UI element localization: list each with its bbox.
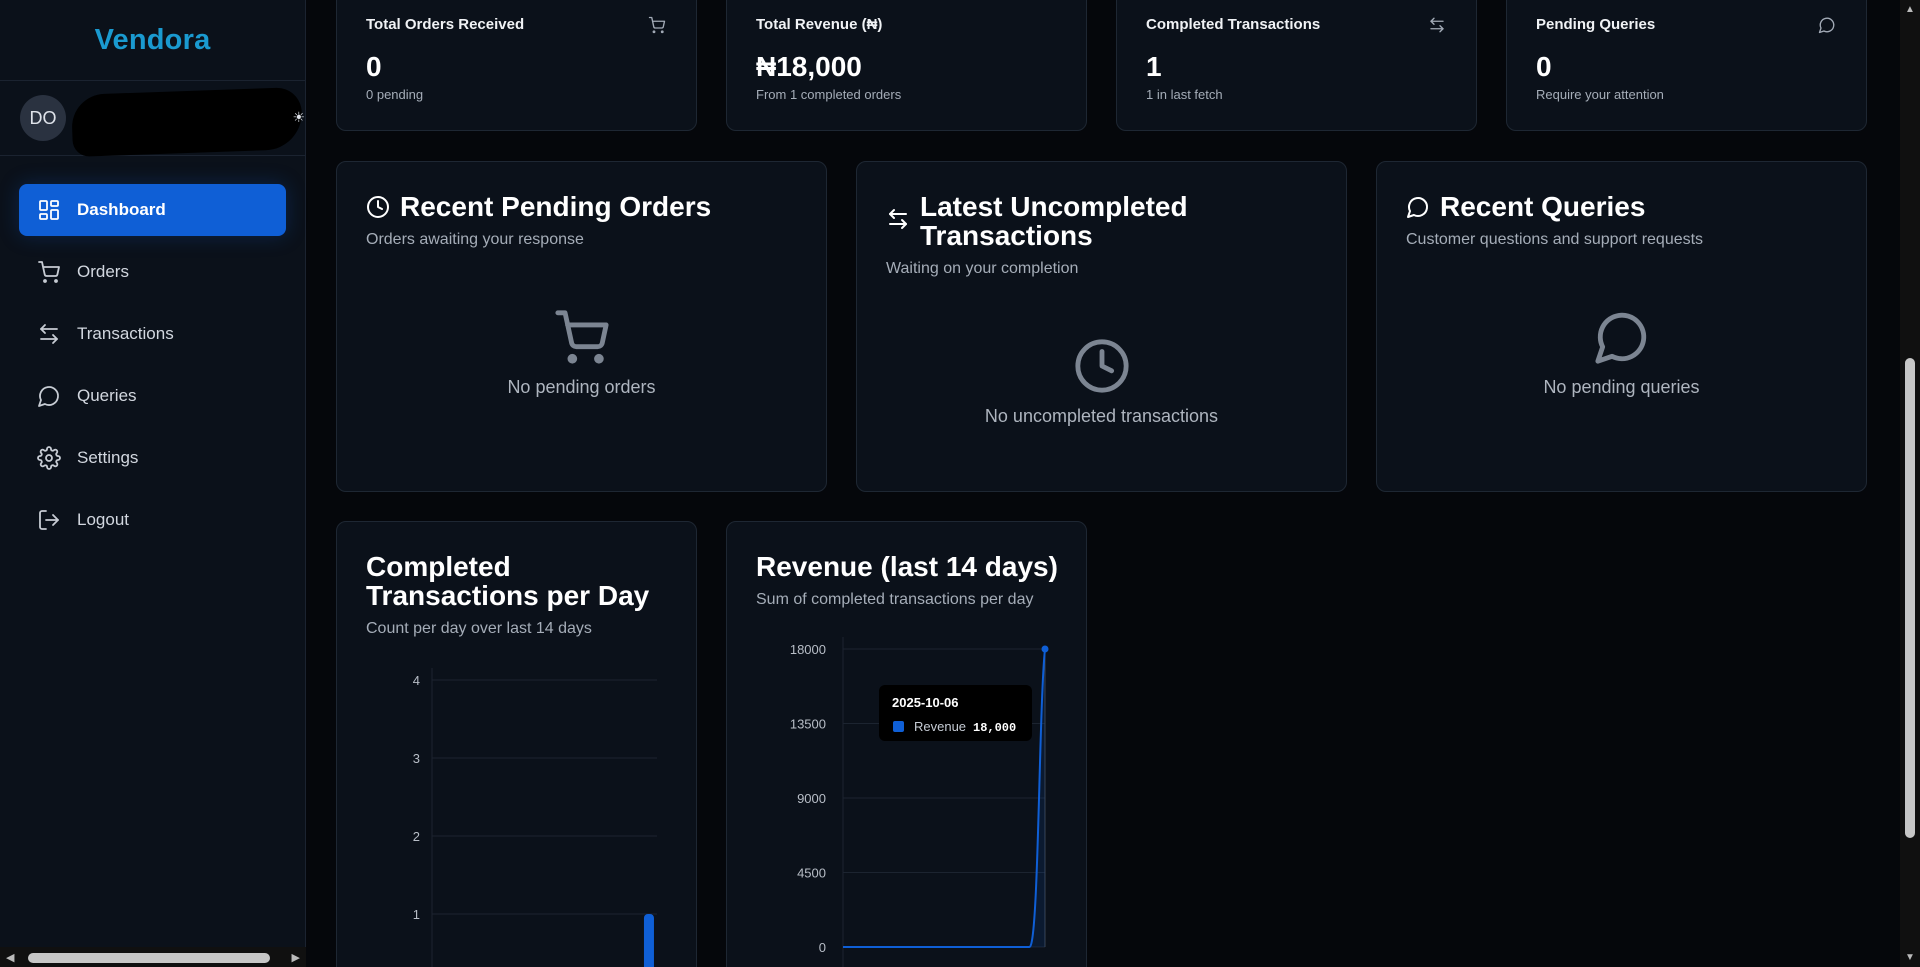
cart-icon [648, 16, 666, 34]
tooltip-legend-swatch [893, 721, 904, 732]
sidebar-item-label: Settings [77, 448, 139, 467]
stat-card-pending-queries: Pending Queries 0 Require your attention [1506, 0, 1867, 131]
scrollbar-thumb[interactable] [28, 953, 270, 963]
sun-icon[interactable]: ☀ [292, 109, 305, 126]
sidebar-item-label: Dashboard [77, 200, 166, 219]
horizontal-scrollbar[interactable]: ◀ ▶ [0, 947, 306, 967]
panel-recent-pending-orders: Recent Pending Orders Orders awaiting yo… [336, 161, 827, 492]
sidebar-item-label: Queries [77, 386, 137, 405]
panel-header: Recent Queries [1406, 192, 1645, 221]
y-tick-label: 2 [413, 829, 420, 844]
sidebar: Vendora DO ☀ Dashboard Orders Transactio… [0, 0, 306, 967]
sidebar-item-label: Orders [77, 262, 129, 281]
y-tick-label: 1 [413, 907, 420, 922]
chat-icon [38, 386, 59, 407]
stat-value: ₦18,000 [756, 51, 862, 82]
brand-logo[interactable]: Vendora [0, 0, 305, 80]
y-tick-label: 4500 [797, 866, 826, 881]
panel-subtitle: Waiting on your completion [886, 260, 1079, 277]
revenue-area-chart: 18000 13500 9000 4500 0 2025-10-06 Revenue 18,0… [790, 637, 1049, 967]
stat-title: Total Orders Received [366, 16, 525, 33]
chat-icon [1407, 197, 1428, 218]
empty-state: No pending orders [337, 308, 826, 398]
clock-icon [1074, 339, 1129, 393]
panel-title: Recent Pending Orders [400, 191, 712, 222]
stat-card-completed-transactions: Completed Transactions 1 1 in last fetch [1116, 0, 1477, 131]
stat-sub: From 1 completed orders [756, 87, 902, 102]
panel-header: Recent Pending Orders [366, 192, 711, 221]
empty-state-text: No pending orders [507, 377, 656, 397]
vertical-scrollbar[interactable]: ▲ ▼ [1900, 0, 1920, 967]
y-tick-label: 0 [819, 940, 826, 955]
stat-sub: 0 pending [366, 87, 424, 102]
sidebar-item-label: Logout [77, 510, 129, 529]
stat-sub: Require your attention [1536, 87, 1664, 102]
chart-card-revenue: Revenue (last 14 days) Sum of completed … [726, 521, 1087, 967]
panel-latest-uncompleted-transactions: Latest Uncompleted Transactions Waiting … [856, 161, 1347, 492]
chart-card-completed-transactions: Completed Transactions per Day Count per… [336, 521, 697, 967]
sidebar-item-settings[interactable]: Settings [19, 432, 286, 484]
sidebar-item-transactions[interactable]: Transactions [19, 308, 286, 360]
stat-title: Completed Transactions [1146, 16, 1321, 33]
arrows-icon [40, 324, 58, 344]
redacted-user-name [70, 87, 304, 157]
scrollbar-thumb[interactable] [1905, 358, 1915, 838]
bar [643, 914, 654, 967]
scroll-up-arrow-icon[interactable]: ▲ [1905, 4, 1915, 15]
user-profile[interactable]: DO ☀ [0, 80, 305, 157]
gear-icon [37, 446, 61, 470]
revenue-point [1041, 645, 1049, 653]
stat-card-total-orders: Total Orders Received 0 0 pending [336, 0, 697, 131]
y-tick-label: 3 [413, 751, 420, 766]
sidebar-item-dashboard[interactable]: Dashboard [19, 184, 286, 236]
avatar[interactable]: DO [20, 95, 66, 141]
panel-header: Latest Uncompleted Transactions [886, 192, 1220, 250]
cart-icon [38, 261, 60, 283]
stat-value: 1 [1146, 51, 1162, 82]
empty-state: No pending queries [1377, 308, 1866, 398]
scroll-left-arrow-icon[interactable]: ◀ [6, 951, 14, 964]
chat-icon [1818, 17, 1835, 34]
panel-subtitle: Orders awaiting your response [366, 231, 584, 248]
tooltip-series-name: Revenue [914, 719, 966, 734]
empty-state-text: No pending queries [1543, 377, 1700, 397]
empty-state-text: No uncompleted transactions [984, 406, 1219, 426]
transactions-bar-chart: 4 3 2 1 [413, 668, 657, 967]
scroll-down-arrow-icon[interactable]: ▼ [1905, 952, 1915, 963]
sidebar-item-label: Transactions [77, 324, 174, 343]
y-tick-label: 9000 [797, 791, 826, 806]
tooltip-value: 18,000 [973, 721, 1016, 735]
arrows-icon [1430, 17, 1444, 33]
chart-tooltip: 2025-10-06 Revenue 18,000 [879, 685, 1032, 741]
panel-title: Latest Uncompleted Transactions [920, 191, 1188, 251]
sidebar-item-logout[interactable]: Logout [19, 494, 286, 546]
panel-title: Recent Queries [1440, 191, 1646, 222]
y-tick-label: 4 [413, 673, 420, 688]
cart-icon [554, 310, 609, 364]
panel-recent-queries: Recent Queries Customer questions and su… [1376, 161, 1867, 492]
empty-state: No uncompleted transactions [857, 337, 1346, 427]
y-tick-label: 13500 [790, 717, 826, 732]
app-root: Vendora DO ☀ Dashboard Orders Transactio… [0, 0, 1920, 967]
chat-icon [1594, 312, 1646, 364]
dashboard-icon [39, 200, 59, 220]
sidebar-item-queries[interactable]: Queries [19, 370, 286, 422]
clock-icon [367, 196, 389, 218]
scroll-right-arrow-icon[interactable]: ▶ [292, 951, 300, 964]
stat-title: Pending Queries [1536, 16, 1656, 33]
sidebar-nav: Dashboard Orders Transactions Queries Se… [0, 156, 305, 546]
logout-icon [39, 510, 59, 530]
arrows-icon [889, 209, 907, 229]
stat-value: 0 [1536, 51, 1552, 82]
sidebar-item-orders[interactable]: Orders [19, 246, 286, 298]
stat-sub: 1 in last fetch [1146, 87, 1223, 102]
panel-subtitle: Customer questions and support requests [1406, 231, 1704, 248]
tooltip-date: 2025-10-06 [892, 695, 959, 710]
stat-value: 0 [366, 51, 382, 82]
stat-card-total-revenue: Total Revenue (₦) ₦18,000 From 1 complet… [726, 0, 1087, 131]
y-tick-label: 18000 [790, 642, 826, 657]
stat-title: Total Revenue (₦) [756, 16, 883, 33]
